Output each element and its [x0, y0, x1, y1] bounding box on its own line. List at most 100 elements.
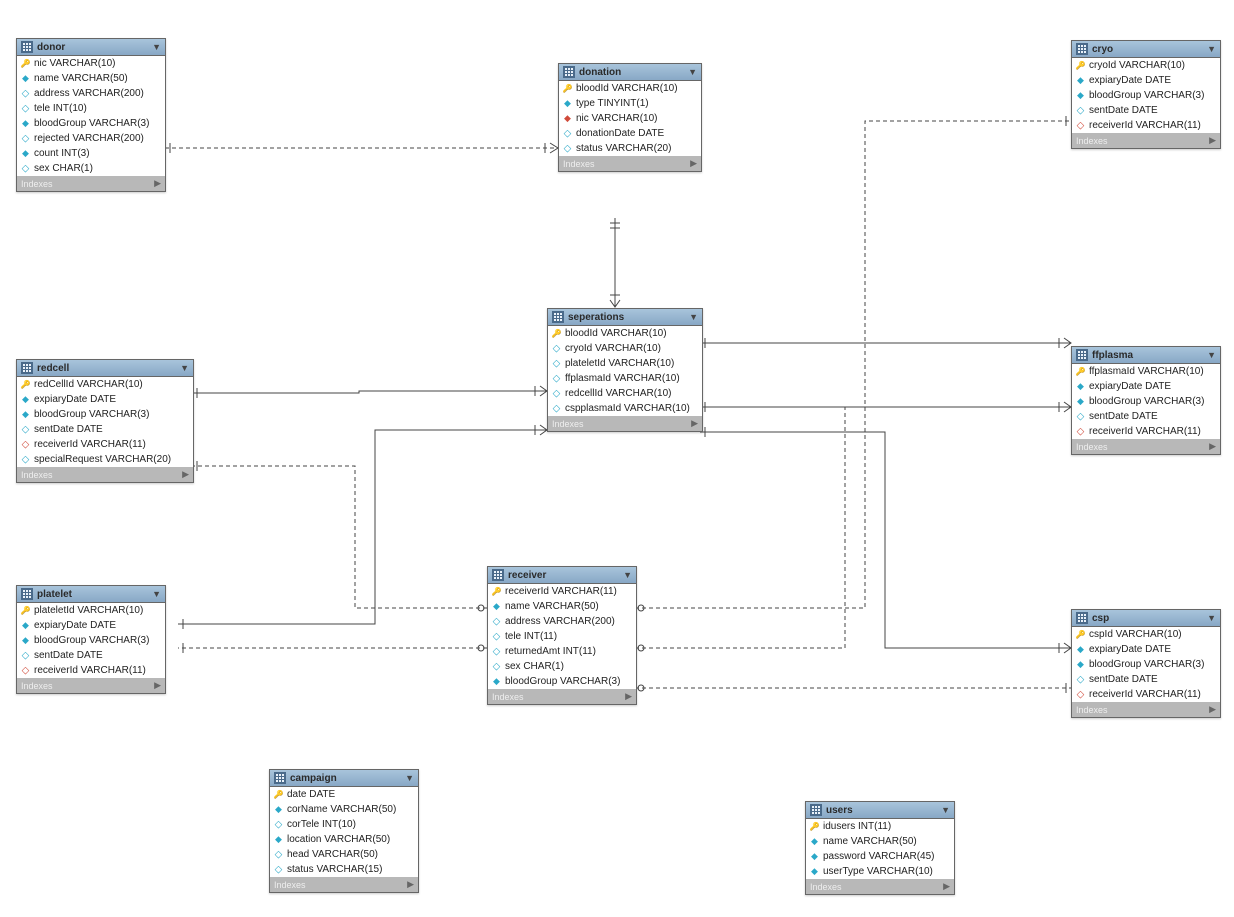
column[interactable]: 🔑nic VARCHAR(10): [17, 56, 165, 71]
column[interactable]: ◆bloodGroup VARCHAR(3): [17, 407, 193, 422]
column[interactable]: 🔑bloodId VARCHAR(10): [559, 81, 701, 96]
column[interactable]: ◆address VARCHAR(200): [17, 86, 165, 101]
table-header[interactable]: campaign▼: [270, 770, 418, 787]
column[interactable]: ◆plateletId VARCHAR(10): [548, 356, 702, 371]
column[interactable]: ◆corName VARCHAR(50): [270, 802, 418, 817]
column[interactable]: ◆bloodGroup VARCHAR(3): [488, 674, 636, 689]
indexes-section[interactable]: Indexes▶: [17, 678, 165, 693]
column[interactable]: ◆name VARCHAR(50): [17, 71, 165, 86]
indexes-section[interactable]: Indexes▶: [1072, 439, 1220, 454]
diamond-icon: ◆: [492, 617, 501, 626]
indexes-section[interactable]: Indexes▶: [17, 467, 193, 482]
column[interactable]: ◆name VARCHAR(50): [806, 834, 954, 849]
table-seperations[interactable]: seperations▼ 🔑bloodId VARCHAR(10)◆cryoId…: [547, 308, 703, 432]
column[interactable]: ◆bloodGroup VARCHAR(3): [1072, 657, 1220, 672]
column[interactable]: ◆head VARCHAR(50): [270, 847, 418, 862]
column[interactable]: 🔑bloodId VARCHAR(10): [548, 326, 702, 341]
column[interactable]: ◆expiaryDate DATE: [17, 618, 165, 633]
column[interactable]: ◆location VARCHAR(50): [270, 832, 418, 847]
column[interactable]: ◆sentDate DATE: [1072, 672, 1220, 687]
column[interactable]: ◆address VARCHAR(200): [488, 614, 636, 629]
table-redcell[interactable]: redcell▼ 🔑redCellId VARCHAR(10)◆expiaryD…: [16, 359, 194, 483]
indexes-section[interactable]: Indexes▶: [17, 176, 165, 191]
column[interactable]: ◆returnedAmt INT(11): [488, 644, 636, 659]
table-header[interactable]: platelet▼: [17, 586, 165, 603]
column[interactable]: ◆bloodGroup VARCHAR(3): [17, 116, 165, 131]
column[interactable]: ◆specialRequest VARCHAR(20): [17, 452, 193, 467]
column[interactable]: ◆userType VARCHAR(10): [806, 864, 954, 879]
column[interactable]: 🔑date DATE: [270, 787, 418, 802]
table-header[interactable]: donation▼: [559, 64, 701, 81]
column[interactable]: ◆bloodGroup VARCHAR(3): [17, 633, 165, 648]
column[interactable]: ◆expiaryDate DATE: [1072, 642, 1220, 657]
key-icon: 🔑: [1076, 630, 1085, 639]
column[interactable]: 🔑redCellId VARCHAR(10): [17, 377, 193, 392]
column[interactable]: 🔑cspId VARCHAR(10): [1072, 627, 1220, 642]
column[interactable]: ◆status VARCHAR(15): [270, 862, 418, 877]
table-header[interactable]: csp▼: [1072, 610, 1220, 627]
column[interactable]: 🔑plateletId VARCHAR(10): [17, 603, 165, 618]
column[interactable]: ◆tele INT(11): [488, 629, 636, 644]
column[interactable]: ◆sex CHAR(1): [488, 659, 636, 674]
column[interactable]: 🔑cryoId VARCHAR(10): [1072, 58, 1220, 73]
column[interactable]: ◆rejected VARCHAR(200): [17, 131, 165, 146]
indexes-section[interactable]: Indexes▶: [270, 877, 418, 892]
column[interactable]: ◆type TINYINT(1): [559, 96, 701, 111]
column[interactable]: ◆receiverId VARCHAR(11): [1072, 687, 1220, 702]
indexes-section[interactable]: Indexes▶: [1072, 133, 1220, 148]
table-donor[interactable]: donor▼ 🔑nic VARCHAR(10)◆name VARCHAR(50)…: [16, 38, 166, 192]
table-header[interactable]: receiver▼: [488, 567, 636, 584]
key-icon: 🔑: [810, 822, 819, 831]
column[interactable]: ◆password VARCHAR(45): [806, 849, 954, 864]
column[interactable]: ◆bloodGroup VARCHAR(3): [1072, 394, 1220, 409]
indexes-section[interactable]: Indexes▶: [548, 416, 702, 431]
indexes-section[interactable]: Indexes▶: [488, 689, 636, 704]
table-header[interactable]: seperations▼: [548, 309, 702, 326]
column[interactable]: ◆expiaryDate DATE: [17, 392, 193, 407]
table-users[interactable]: users▼ 🔑idusers INT(11)◆name VARCHAR(50)…: [805, 801, 955, 895]
table-cryo[interactable]: cryo▼ 🔑cryoId VARCHAR(10)◆expiaryDate DA…: [1071, 40, 1221, 149]
column[interactable]: ◆cspplasmaId VARCHAR(10): [548, 401, 702, 416]
column[interactable]: ◆redcellId VARCHAR(10): [548, 386, 702, 401]
table-header[interactable]: ffplasma▼: [1072, 347, 1220, 364]
column[interactable]: ◆sentDate DATE: [1072, 103, 1220, 118]
indexes-section[interactable]: Indexes▶: [806, 879, 954, 894]
column[interactable]: ◆receiverId VARCHAR(11): [17, 437, 193, 452]
table-donation[interactable]: donation▼ 🔑bloodId VARCHAR(10)◆type TINY…: [558, 63, 702, 172]
table-receiver[interactable]: receiver▼ 🔑receiverId VARCHAR(11)◆name V…: [487, 566, 637, 705]
column[interactable]: ◆cryoId VARCHAR(10): [548, 341, 702, 356]
column[interactable]: ◆receiverId VARCHAR(11): [1072, 424, 1220, 439]
column[interactable]: ◆ffplasmaId VARCHAR(10): [548, 371, 702, 386]
column[interactable]: 🔑receiverId VARCHAR(11): [488, 584, 636, 599]
column[interactable]: ◆name VARCHAR(50): [488, 599, 636, 614]
column[interactable]: ◆bloodGroup VARCHAR(3): [1072, 88, 1220, 103]
column[interactable]: ◆corTele INT(10): [270, 817, 418, 832]
table-header[interactable]: redcell▼: [17, 360, 193, 377]
table-header[interactable]: donor▼: [17, 39, 165, 56]
column[interactable]: ◆tele INT(10): [17, 101, 165, 116]
table-platelet[interactable]: platelet▼ 🔑plateletId VARCHAR(10)◆expiar…: [16, 585, 166, 694]
column-text: rejected VARCHAR(200): [34, 133, 144, 144]
table-header[interactable]: cryo▼: [1072, 41, 1220, 58]
column[interactable]: 🔑ffplasmaId VARCHAR(10): [1072, 364, 1220, 379]
column[interactable]: ◆receiverId VARCHAR(11): [1072, 118, 1220, 133]
table-campaign[interactable]: campaign▼ 🔑date DATE◆corName VARCHAR(50)…: [269, 769, 419, 893]
column[interactable]: ◆expiaryDate DATE: [1072, 379, 1220, 394]
column[interactable]: ◆status VARCHAR(20): [559, 141, 701, 156]
column[interactable]: ◆sex CHAR(1): [17, 161, 165, 176]
indexes-section[interactable]: Indexes▶: [559, 156, 701, 171]
column[interactable]: ◆nic VARCHAR(10): [559, 111, 701, 126]
column-text: specialRequest VARCHAR(20): [34, 454, 171, 465]
column[interactable]: 🔑idusers INT(11): [806, 819, 954, 834]
column[interactable]: ◆donationDate DATE: [559, 126, 701, 141]
table-header[interactable]: users▼: [806, 802, 954, 819]
column[interactable]: ◆receiverId VARCHAR(11): [17, 663, 165, 678]
column[interactable]: ◆sentDate DATE: [17, 648, 165, 663]
table-csp[interactable]: csp▼ 🔑cspId VARCHAR(10)◆expiaryDate DATE…: [1071, 609, 1221, 718]
table-ffplasma[interactable]: ffplasma▼ 🔑ffplasmaId VARCHAR(10)◆expiar…: [1071, 346, 1221, 455]
column[interactable]: ◆expiaryDate DATE: [1072, 73, 1220, 88]
column[interactable]: ◆sentDate DATE: [17, 422, 193, 437]
column[interactable]: ◆count INT(3): [17, 146, 165, 161]
indexes-section[interactable]: Indexes▶: [1072, 702, 1220, 717]
column[interactable]: ◆sentDate DATE: [1072, 409, 1220, 424]
